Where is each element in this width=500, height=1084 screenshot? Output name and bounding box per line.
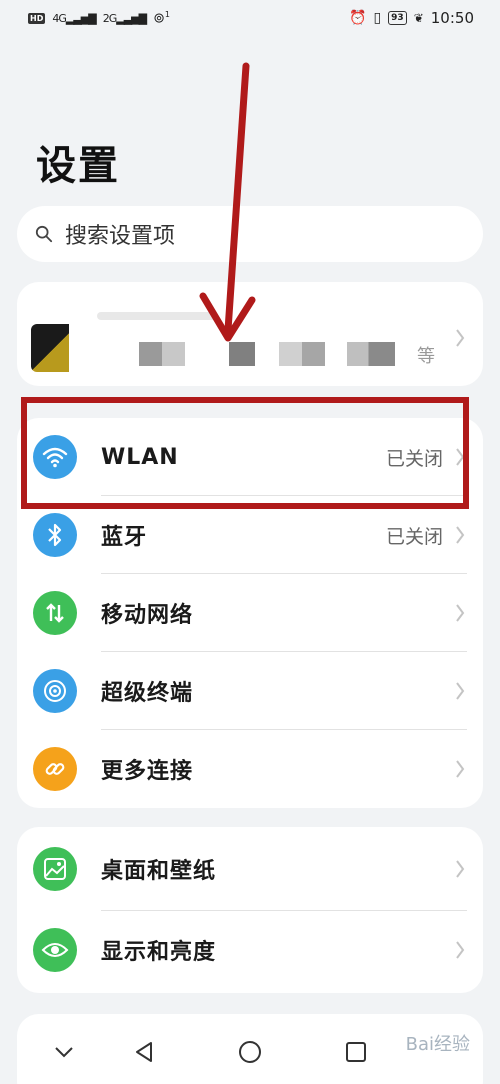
watermark: Bai经验	[405, 1034, 470, 1055]
account-suffix: 等	[417, 346, 435, 367]
hide-keyboard-icon[interactable]	[50, 1040, 78, 1064]
display-card: 桌面和壁纸 显示和亮度	[17, 827, 483, 993]
settings-item-display[interactable]: 显示和亮度	[17, 911, 483, 989]
status-bar: HD 4G▂▃▅▇ 2G▂▃▅▇ ⊚1 ⏰ ▯ 93 ❦ 10:50	[0, 0, 500, 36]
mobile-data-icon	[33, 591, 77, 635]
alarm-icon: ⏰	[349, 10, 367, 26]
chevron-right-icon	[456, 760, 465, 778]
link-icon	[33, 747, 77, 791]
recents-icon[interactable]	[342, 1040, 370, 1064]
settings-item-label: 更多连接	[101, 759, 194, 784]
back-icon[interactable]	[131, 1040, 159, 1064]
chevron-right-icon	[456, 941, 465, 959]
mosaic-block	[279, 342, 325, 366]
chevron-right-icon	[456, 860, 465, 878]
leaf-icon: ❦	[413, 11, 424, 25]
bluetooth-icon	[33, 513, 77, 557]
chevron-right-icon	[456, 604, 465, 622]
chevron-right-icon	[456, 682, 465, 700]
settings-item-label: 桌面和壁纸	[101, 859, 217, 884]
eye-icon	[33, 928, 77, 972]
settings-item-wallpaper[interactable]: 桌面和壁纸	[17, 827, 483, 911]
hd-badge: HD	[28, 12, 46, 24]
settings-item-label: 移动网络	[101, 603, 194, 628]
super-device-icon	[33, 669, 77, 713]
settings-item-label: 蓝牙	[101, 525, 148, 550]
settings-item-status: 已关闭	[385, 525, 443, 548]
settings-item-label: 超级终端	[101, 681, 194, 706]
page-title: 设置	[36, 143, 120, 189]
mosaic-block	[139, 342, 185, 366]
settings-item-more-connections[interactable]: 更多连接	[17, 730, 483, 808]
account-card[interactable]: 等	[17, 282, 483, 386]
chevron-right-icon	[456, 329, 465, 347]
search-input[interactable]: 搜索设置项	[17, 206, 483, 262]
search-placeholder: 搜索设置项	[65, 224, 176, 249]
settings-item-super-device[interactable]: 超级终端	[17, 652, 483, 730]
battery-icon: 93	[388, 11, 407, 25]
clock: 10:50	[430, 9, 474, 27]
settings-item-label: 显示和亮度	[101, 940, 217, 965]
home-icon[interactable]	[236, 1040, 264, 1064]
settings-item-mobile-network[interactable]: 移动网络	[17, 574, 483, 652]
mosaic-block	[229, 342, 255, 366]
annotation-highlight-box	[21, 397, 469, 509]
avatar	[31, 324, 69, 372]
signal-icon: 4G▂▃▅▇	[52, 11, 96, 25]
signal-icon-secondary: 2G▂▃▅▇	[102, 11, 147, 25]
chevron-right-icon	[456, 526, 465, 544]
wallpaper-icon	[33, 847, 77, 891]
account-name-blurred	[97, 312, 217, 320]
wifi-status-icon: ⊚1	[153, 9, 170, 27]
search-icon	[35, 225, 53, 243]
mosaic-block	[347, 342, 395, 366]
vibrate-icon: ▯	[373, 10, 382, 26]
